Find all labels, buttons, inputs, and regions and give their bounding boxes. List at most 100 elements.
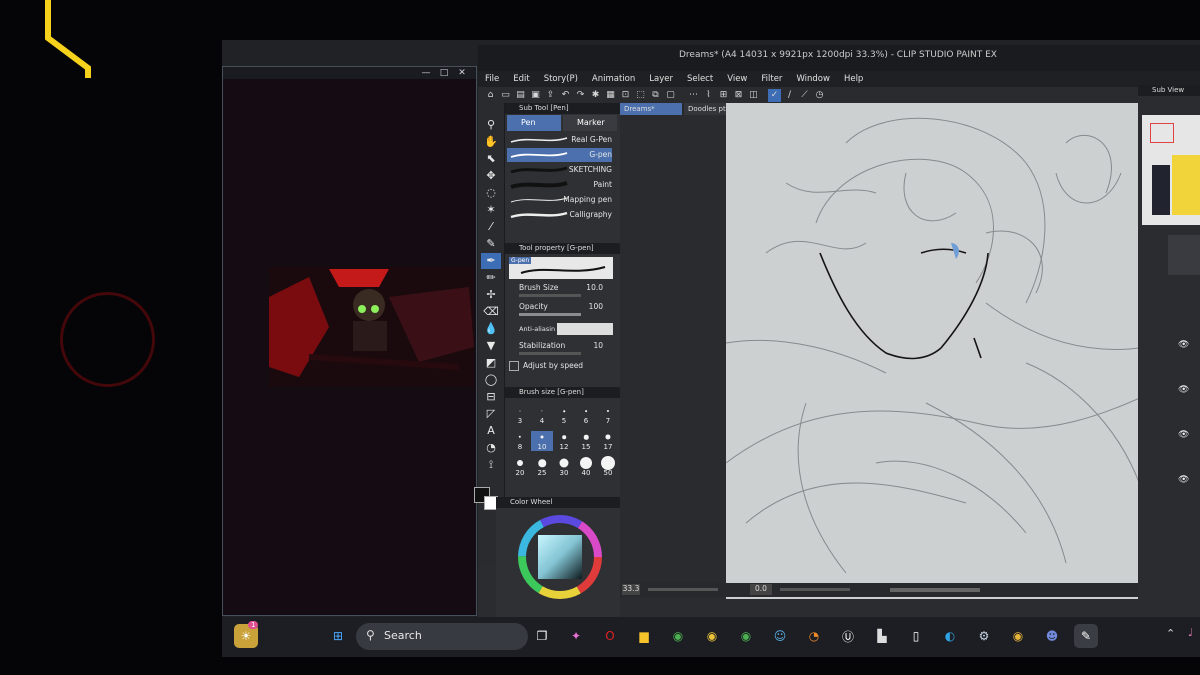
task-view-icon[interactable]: ❐ [530,624,554,648]
brush-tip-icon[interactable]: ∕ [783,89,796,102]
blend-tool-icon[interactable]: 💧 [481,321,501,337]
rotation-value[interactable]: 0.0 [750,584,772,595]
brush-size-option[interactable]: 3 [509,405,531,425]
guide-icon[interactable]: ⊠ [732,89,745,102]
unreal-icon[interactable]: Ⓤ [836,624,860,648]
brush-size-option[interactable]: 10 [531,431,553,451]
brush-size-option[interactable]: 25 [531,457,553,477]
frame-tool-icon[interactable]: ⊟ [481,389,501,405]
layer-visibility-icon[interactable]: 👁 [1178,340,1189,350]
steam-icon[interactable]: ⚙ [972,624,996,648]
brush-paint[interactable]: Paint [507,178,612,192]
brush-mapping-pen[interactable]: Mapping pen [507,193,612,207]
horizontal-scrollbar[interactable] [890,588,980,592]
eyedropper-icon[interactable]: ⟋ [798,89,811,102]
layer-visibility-icon[interactable]: 👁 [1178,385,1189,395]
brush-size-option[interactable]: 17 [597,431,619,451]
ruler-tool-icon[interactable]: ◸ [481,406,501,422]
save-icon[interactable]: ▣ [529,89,542,102]
clip-studio-icon[interactable]: ✎ [1074,624,1098,648]
opacity-slider[interactable] [519,313,581,316]
minimize-button[interactable]: — [419,67,433,79]
move-tool-icon[interactable]: ✥ [481,168,501,184]
brush-g-pen[interactable]: G-pen [507,148,612,162]
brush-size-slider[interactable] [519,294,581,297]
balloon-tool-icon[interactable]: ◔ [481,440,501,456]
brush-sketching[interactable]: SKETCHING [507,163,612,177]
menu-animation[interactable]: Animation [585,71,642,87]
lasso-tool-icon[interactable]: ◌ [481,185,501,201]
menu-view[interactable]: View [720,71,754,87]
discord-icon[interactable]: ☻ [1040,624,1064,648]
brush-size-value[interactable]: 10.0 [586,283,603,292]
tab-marker[interactable]: Marker [563,115,617,131]
select-all-icon[interactable]: ▢ [664,89,677,102]
home-icon[interactable]: ⌂ [484,89,497,102]
timelapse-icon[interactable]: ◷ [813,89,826,102]
video-title-bar[interactable]: — □ ✕ [223,67,476,79]
pencil-tool-icon[interactable]: ✏ [481,270,501,286]
new-file-icon[interactable]: ▭ [499,89,512,102]
brush-size-option[interactable]: 15 [575,431,597,451]
chevron-up-icon[interactable]: ⌃ [1166,627,1175,640]
brush-size-option[interactable]: 40 [575,457,597,477]
maximize-button[interactable]: □ [437,67,451,79]
zoom-tool-icon[interactable]: ⚲ [481,117,501,133]
close-button[interactable]: ✕ [455,67,469,79]
chrome-alt-icon[interactable]: ◉ [734,624,758,648]
brush-size-option[interactable]: 8 [509,431,531,451]
hand-tool-icon[interactable]: ✋ [481,134,501,150]
layer-visibility-icon[interactable]: 👁 [1178,430,1189,440]
chrome-icon[interactable]: ◉ [666,624,690,648]
clear-icon[interactable]: ✱ [589,89,602,102]
notepad-icon[interactable]: ▯ [904,624,928,648]
menu-file[interactable]: File [478,71,506,87]
eraser-tool-icon[interactable]: ⌫ [481,304,501,320]
color-wheel-control[interactable] [516,513,604,601]
invert-icon[interactable]: ⧉ [649,89,662,102]
menu-help[interactable]: Help [837,71,870,87]
godot-icon[interactable]: ☺ [768,624,792,648]
brush-size-option[interactable]: 4 [531,405,553,425]
open-icon[interactable]: ▤ [514,89,527,102]
grid-icon[interactable]: ⊞ [717,89,730,102]
opacity-value[interactable]: 100 [589,302,603,311]
copilot-icon[interactable]: ✦ [564,624,588,648]
antialias-selector[interactable] [557,323,613,335]
brush-size-option[interactable]: 5 [553,405,575,425]
brush-size-row[interactable]: Brush Size 10.0 [509,283,617,301]
antialias-row[interactable]: Anti-aliasin [509,321,617,339]
file-explorer-icon[interactable]: ▆ [632,624,656,648]
start-icon[interactable]: ⊞ [326,624,350,648]
title-bar[interactable]: Dreams* (A4 14031 x 9921px 1200dpi 33.3%… [478,45,1200,71]
game-icon[interactable]: ▙ [870,624,894,648]
airbrush-tool-icon[interactable]: ✢ [481,287,501,303]
canvas-sketch[interactable] [726,103,1174,599]
brush-real-g-pen[interactable]: Real G-Pen [507,133,612,147]
menu-select[interactable]: Select [680,71,720,87]
adjust-speed-checkbox[interactable] [509,361,519,371]
check-icon[interactable]: ✓ [768,88,781,102]
transform-icon[interactable]: ⊡ [619,89,632,102]
correct-line-tool-icon[interactable]: ⟟ [481,457,501,473]
perspective-icon[interactable]: ◫ [747,89,760,102]
stabilization-slider[interactable] [519,352,581,355]
redo-icon[interactable]: ↷ [574,89,587,102]
snap-icon[interactable]: ⋯ [687,89,700,102]
ruler-icon[interactable]: ⌇ [702,89,715,102]
microphone-icon[interactable]: ♩ [1188,626,1193,639]
opera-icon[interactable]: O [598,624,622,648]
fill-tool-icon[interactable]: ▼ [481,338,501,354]
zoom-slider[interactable] [648,588,718,591]
stabilization-value[interactable]: 10 [593,341,603,350]
tab-dreams[interactable]: Dreams* [620,103,682,115]
export-icon[interactable]: ⇪ [544,89,557,102]
video-player-window[interactable]: — □ ✕ [222,66,477,616]
brush-size-option[interactable]: 7 [597,405,619,425]
stabilization-row[interactable]: Stabilization 10 [509,341,617,359]
deselect-icon[interactable]: ⬚ [634,89,647,102]
operation-tool-icon[interactable]: ⬉ [481,151,501,167]
blender-icon[interactable]: ◔ [802,624,826,648]
pen-tool-selected-icon[interactable]: ✒ [481,253,501,269]
gradient-tool-icon[interactable]: ◩ [481,355,501,371]
